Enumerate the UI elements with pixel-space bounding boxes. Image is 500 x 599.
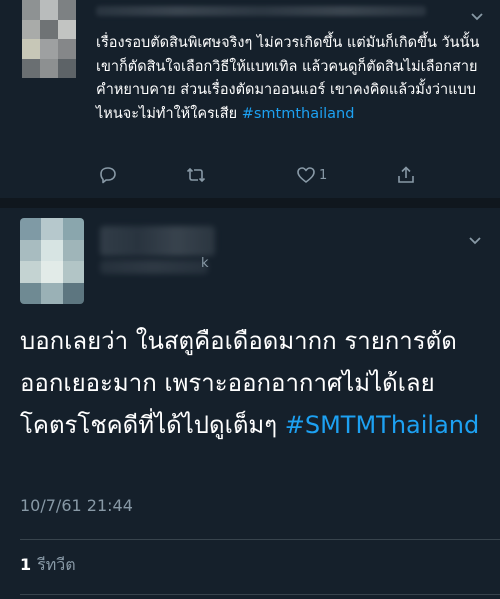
chevron-down-icon[interactable] xyxy=(470,10,484,24)
tweet-divider xyxy=(0,198,500,208)
retweet-button[interactable] xyxy=(186,163,206,187)
reply-button[interactable] xyxy=(98,163,118,187)
hashtag-link[interactable]: #SMTMThailand xyxy=(285,411,479,439)
author-handle-blurred xyxy=(100,260,208,274)
reply-icon xyxy=(100,167,116,184)
avatar[interactable] xyxy=(20,218,84,304)
like-button[interactable]: 1 xyxy=(296,163,327,187)
handle-tail: k xyxy=(201,256,209,271)
tweet-text: บอกเลยว่า ในสตูคือเดือดมากก รายการตัดออก… xyxy=(20,327,480,439)
tweet-text: เรื่องรอบตัดสินพิเศษจริงๆ ไม่ควรเกิดขึ้น… xyxy=(96,35,480,122)
avatar[interactable] xyxy=(22,0,76,78)
share-icon xyxy=(398,166,414,183)
hashtag-link[interactable]: #smtmthailand xyxy=(242,106,355,122)
retweet-icon xyxy=(186,167,206,183)
like-icon xyxy=(297,167,315,183)
main-tweet: k บอกเลยว่า ในสตูคือเดือดมากก รายการตัดอ… xyxy=(0,208,500,599)
separator xyxy=(20,594,500,595)
author-name-blurred xyxy=(100,226,215,256)
like-count: 1 xyxy=(319,167,328,183)
tweet-timestamp[interactable]: 10/7/61 21:44 xyxy=(20,496,133,515)
tweet-actions: 1 xyxy=(90,163,430,187)
retweet-label: รีทวีต xyxy=(37,555,76,574)
author-name-blurred xyxy=(96,6,426,16)
share-button[interactable] xyxy=(396,163,416,187)
retweet-stats[interactable]: 1 รีทวีต xyxy=(20,553,76,578)
separator xyxy=(20,539,500,540)
retweet-count: 1 xyxy=(20,555,32,574)
chevron-down-icon[interactable] xyxy=(468,234,482,248)
tweet-reply[interactable]: เรื่องรอบตัดสินพิเศษจริงๆ ไม่ควรเกิดขึ้น… xyxy=(0,0,500,198)
